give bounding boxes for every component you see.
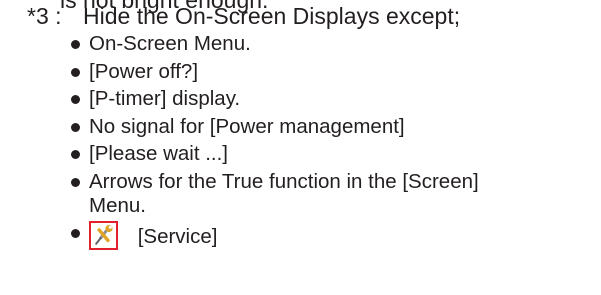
bullet-dot (71, 229, 80, 238)
list-item: [Please wait ...] (71, 142, 479, 166)
bullet-dot (71, 95, 80, 104)
bullet-dot (71, 177, 80, 187)
list-item: [P-timer] display. (71, 87, 479, 111)
exception-list: On-Screen Menu. [Power off?] [P-timer] d… (71, 32, 479, 254)
list-item-text: [Please wait ...] (89, 142, 229, 165)
service-tools-icon (89, 221, 118, 250)
list-item-text: On-Screen Menu. (89, 32, 251, 55)
list-item: On-Screen Menu. (71, 32, 479, 56)
list-item-text: No signal for [Power management] (89, 114, 405, 138)
bullet-dot (71, 150, 80, 159)
list-item-text: Arrows for the True function in the [Scr… (89, 169, 479, 193)
bullet-dot (71, 40, 80, 49)
list-item: [Power off?] (71, 60, 479, 84)
list-item: No signal for [Power management] (71, 115, 479, 139)
list-item: [Service] (71, 221, 479, 250)
list-item: Arrows for the True function in the [Scr… (71, 170, 479, 218)
list-item-text: [Service] (137, 225, 218, 248)
bullet-dot (71, 67, 80, 77)
footnote-text: Hide the On-Screen Displays except; (83, 3, 461, 29)
footnote-marker: *3 : (27, 3, 62, 29)
list-item-text: [P-timer] display. (89, 87, 241, 110)
bullet-dot (71, 122, 80, 132)
list-item-text: [Power off?] (89, 59, 199, 83)
list-item-continuation: Menu. (89, 193, 146, 217)
